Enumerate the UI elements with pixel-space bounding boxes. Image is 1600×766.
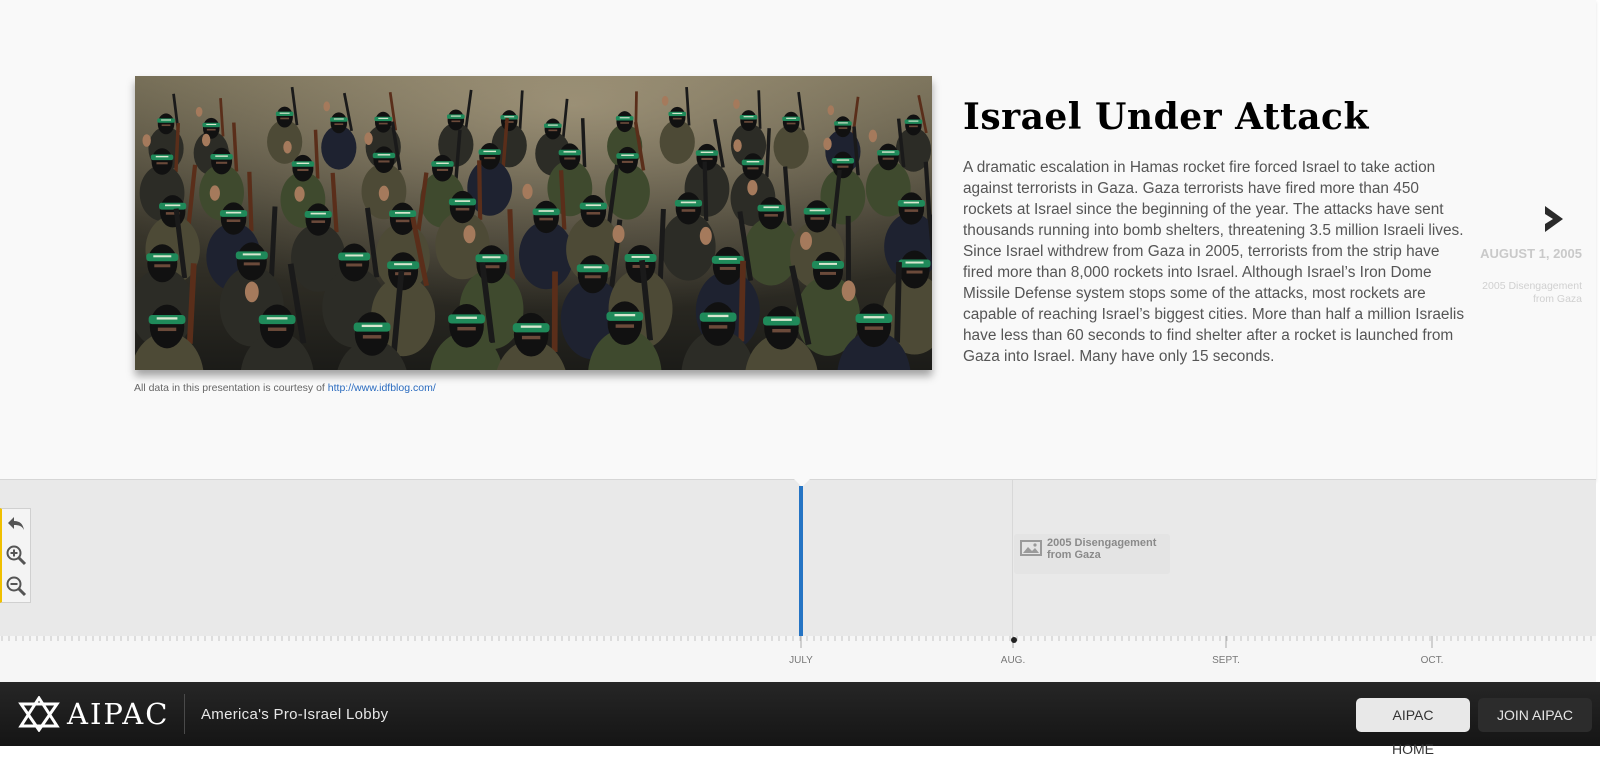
next-slide-date: AUGUST 1, 2005 xyxy=(1480,246,1582,261)
credit-text: All data in this presentation is courtes… xyxy=(134,382,328,394)
month-label-july: JULY xyxy=(789,655,813,666)
credit-link[interactable]: http://www.idfblog.com/ xyxy=(328,382,436,394)
timeline-event-disengagement[interactable]: 2005 Disengagement from Gaza xyxy=(1014,534,1170,574)
chevron-right-icon xyxy=(1545,206,1563,232)
star-of-david-icon xyxy=(18,696,60,732)
next-slide-button[interactable]: AUGUST 1, 2005 2005 Disengagement from G… xyxy=(1480,200,1586,325)
brand-tagline: America's Pro-Israel Lobby xyxy=(201,706,389,723)
brand-name[interactable]: AIPAC xyxy=(67,697,169,731)
timeline-current-marker xyxy=(799,486,803,637)
timeline-era-divider xyxy=(1012,480,1013,637)
zoom-in-icon[interactable] xyxy=(5,544,27,566)
slide-photo-illustration xyxy=(135,76,932,370)
zoom-out-icon[interactable] xyxy=(5,575,27,597)
footer-bar: AIPAC America's Pro-Israel Lobby AIPAC H… xyxy=(0,682,1600,757)
next-slide-title: 2005 Disengagement from Gaza xyxy=(1482,280,1582,305)
timeline-event-dot xyxy=(1011,637,1017,643)
timeline-tools xyxy=(0,508,31,603)
slide-media xyxy=(135,76,932,370)
slide-panel: All data in this presentation is courtes… xyxy=(0,0,1596,480)
timeline-ticks xyxy=(1,636,1592,648)
timeline-ruler[interactable]: JULY AUG. SEPT. OCT. xyxy=(0,636,1596,684)
month-label-aug: AUG. xyxy=(1000,655,1026,666)
aipac-home-button[interactable]: AIPAC HOME xyxy=(1356,698,1470,757)
month-label-sept: SEPT. xyxy=(1212,655,1240,666)
back-to-start-icon[interactable] xyxy=(5,513,27,535)
image-icon xyxy=(1020,540,1042,556)
month-label-oct: OCT. xyxy=(1420,655,1444,666)
join-aipac-button[interactable]: JOIN AIPAC xyxy=(1478,698,1592,732)
timeline-event-label: 2005 Disengagement from Gaza xyxy=(1047,537,1157,561)
photo-credit: All data in this presentation is courtes… xyxy=(134,382,436,394)
slide-headline: Israel Under Attack xyxy=(963,96,1369,138)
footer-divider xyxy=(184,694,185,734)
slide-image xyxy=(135,76,932,370)
slide-body-text: A dramatic escalation in Hamas rocket fi… xyxy=(963,159,1465,365)
